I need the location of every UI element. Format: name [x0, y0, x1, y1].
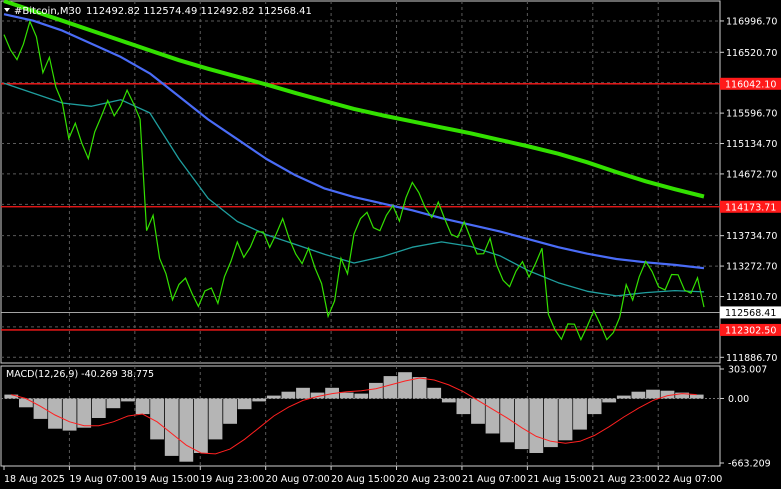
macd-histogram-bar	[441, 398, 456, 403]
level-tag-label: 114173.71	[725, 202, 776, 213]
price-tick-label: 116520.70	[726, 48, 777, 59]
time-axis-label: 19 Aug 07:00	[69, 474, 133, 485]
macd-histogram-bar	[266, 395, 281, 399]
level-tag-label: 116042.10	[725, 79, 776, 90]
macd-histogram-bar	[62, 398, 77, 431]
macd-histogram-bar	[514, 398, 529, 450]
price-tick-label: 113272.70	[726, 262, 777, 273]
macd-label: MACD(12,26,9) -40.269 38.775	[6, 369, 154, 380]
macd-histogram-bar	[646, 389, 660, 399]
macd-histogram-bar	[19, 398, 33, 408]
macd-histogram-bar	[456, 398, 471, 415]
symbol-dropdown-icon[interactable]	[4, 8, 10, 12]
macd-histogram-bar	[77, 398, 92, 428]
moving-average-line	[3, 0, 705, 199]
support-resistance-levels	[1, 83, 720, 331]
price-tick-label: 114672.70	[726, 169, 777, 180]
macd-histogram-bar	[500, 398, 514, 443]
macd-histogram-bar	[106, 398, 121, 409]
macd-histogram-bar	[558, 398, 573, 441]
price-tick-label: 111886.70	[726, 353, 777, 364]
macd-histogram-bar	[135, 398, 150, 415]
macd-histogram-bar	[208, 398, 223, 440]
macd-histogram-bar	[383, 376, 398, 399]
macd-indicator	[1, 372, 720, 462]
macd-histogram-bar	[339, 392, 354, 399]
macd-axis-label: 303.007	[728, 365, 767, 376]
macd-histogram-bar	[252, 398, 267, 402]
price-tick-label: 115596.70	[726, 109, 777, 120]
macd-histogram-bar	[587, 398, 602, 415]
macd-histogram-bar	[412, 377, 427, 399]
time-axis-label: 21 Aug 23:00	[593, 474, 657, 485]
moving-averages	[3, 0, 705, 297]
time-axis-label: 20 Aug 23:00	[397, 474, 461, 485]
price-tick-label: 115134.70	[726, 139, 777, 150]
price-tick-label: 116996.70	[726, 16, 777, 27]
ohlc-values: 112492.82 112574.49 112492.82 112568.41	[86, 6, 312, 17]
macd-histogram-bar	[223, 398, 237, 424]
macd-histogram-bar	[296, 387, 310, 399]
macd-histogram-bar	[194, 398, 208, 453]
main-panel-frame	[0, 0, 721, 364]
macd-histogram-bar	[237, 398, 252, 410]
symbol-label[interactable]: #Bitcoin,M30	[14, 6, 81, 17]
macd-panel-frame	[0, 365, 721, 467]
macd-histogram-bar	[48, 398, 62, 429]
macd-axis-label: 0.00	[728, 394, 749, 405]
price-line	[3, 19, 705, 342]
macd-histogram-bar	[369, 382, 383, 399]
macd-histogram-bar	[631, 391, 646, 399]
macd-histogram-bar	[179, 398, 194, 462]
macd-histogram-bar	[281, 391, 296, 399]
moving-average-line	[3, 82, 705, 297]
macd-histogram-bar	[602, 398, 617, 403]
macd-histogram-bar	[91, 398, 106, 418]
time-axis-label: 20 Aug 07:00	[266, 474, 330, 485]
time-axis-label: 19 Aug 15:00	[135, 474, 199, 485]
macd-histogram-bar	[485, 398, 500, 434]
trading-chart[interactable]: 116996.70 116520.70 115596.70 115134.70 1146…	[0, 0, 781, 489]
time-axis-label: 20 Aug 15:00	[331, 474, 395, 485]
price-series	[3, 19, 705, 342]
macd-histogram-bar	[529, 398, 544, 453]
price-tick-label: 113734.70	[726, 231, 777, 242]
macd-histogram-bar	[573, 398, 587, 430]
macd-histogram-bar	[4, 394, 19, 399]
level-tag-label: 112302.50	[725, 325, 776, 336]
axes: 116996.70 116520.70 115596.70 115134.70 1146…	[3, 16, 781, 485]
macd-histogram-bar	[398, 372, 412, 399]
time-axis-label: 21 Aug 07:00	[462, 474, 526, 485]
moving-average-line	[3, 13, 705, 270]
time-axis-label: 21 Aug 15:00	[527, 474, 591, 485]
time-axis-label: 22 Aug 07:00	[658, 474, 722, 485]
macd-histogram-bar	[427, 387, 442, 399]
macd-histogram-bar	[164, 398, 179, 456]
current-price-label: 112568.41	[725, 308, 776, 319]
macd-histogram-bar	[616, 395, 631, 399]
macd-histogram-bar	[471, 398, 485, 424]
time-axis-label: 18 Aug 2025	[4, 474, 65, 485]
macd-histogram-bar	[689, 394, 704, 399]
macd-histogram-bar	[354, 393, 369, 399]
macd-axis-label: -663.209	[728, 459, 771, 470]
price-tick-label: 112810.70	[726, 292, 777, 303]
time-axis-label: 19 Aug 23:00	[200, 474, 264, 485]
macd-histogram-bar	[121, 398, 135, 402]
macd-signal-line	[11, 377, 697, 455]
